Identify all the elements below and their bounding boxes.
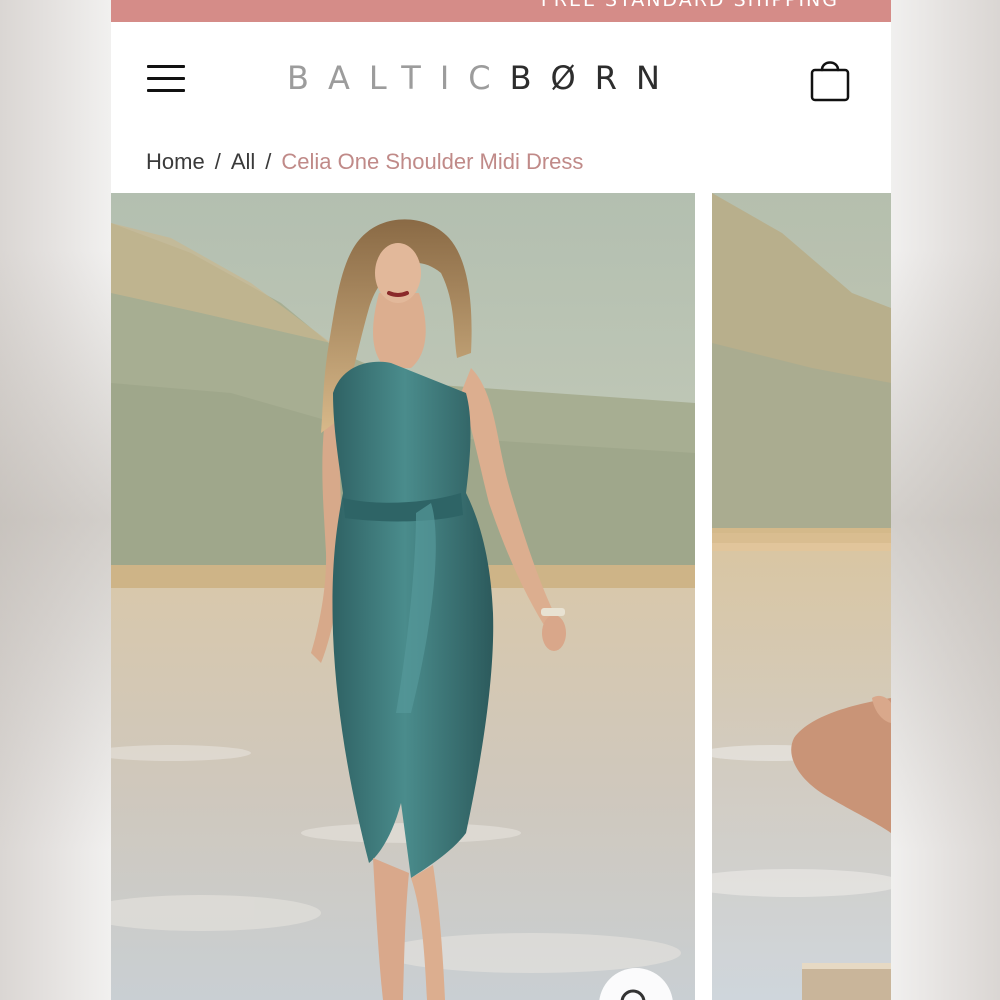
promo-text: FREE STANDARD SHIPPING: [540, 0, 839, 11]
magnifier-icon[interactable]: [599, 968, 673, 1000]
breadcrumb-separator: /: [265, 149, 272, 174]
breadcrumb-all[interactable]: All: [231, 149, 255, 174]
brand-logo-dark: BØRN: [509, 59, 679, 97]
right-backdrop: [890, 250, 1000, 850]
breadcrumb-home[interactable]: Home: [146, 149, 205, 174]
brand-logo-light: BALTIC: [287, 59, 510, 97]
breadcrumb-separator: /: [214, 149, 221, 174]
product-gallery: [111, 193, 891, 1000]
shopping-bag-icon[interactable]: [808, 56, 852, 104]
hamburger-menu-icon[interactable]: [145, 63, 187, 95]
promo-banner[interactable]: FREE STANDARD SHIPPING: [111, 0, 891, 22]
left-backdrop: [0, 250, 111, 850]
breadcrumb: Home / All / Celia One Shoulder Midi Dress: [146, 146, 583, 178]
product-image-main[interactable]: [111, 193, 695, 1000]
brand-logo[interactable]: BALTICBØRN: [287, 56, 679, 100]
breadcrumb-current: Celia One Shoulder Midi Dress: [281, 149, 584, 174]
product-image-secondary[interactable]: [712, 193, 891, 1000]
product-page: FREE STANDARD SHIPPING BALTICBØRN Home / A…: [111, 0, 891, 1000]
